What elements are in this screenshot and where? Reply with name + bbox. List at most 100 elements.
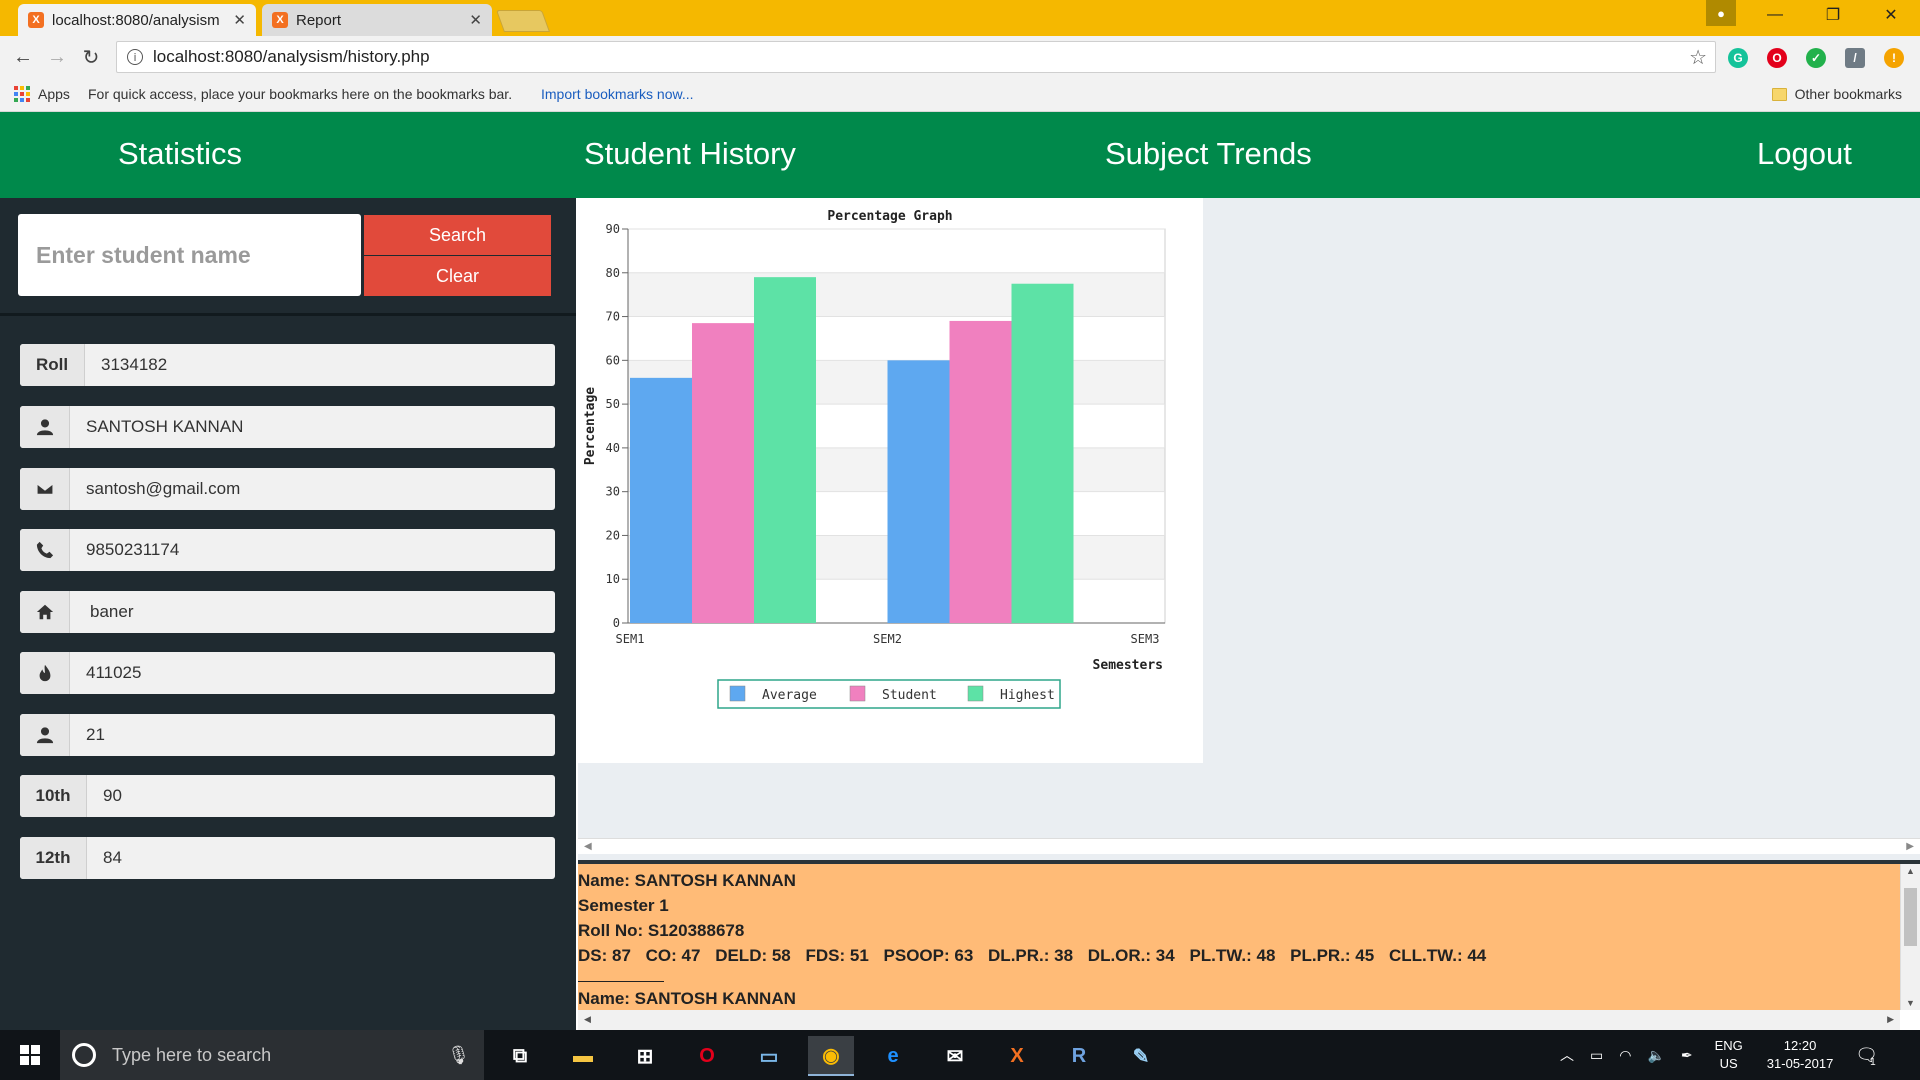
student-name-input[interactable]	[18, 214, 361, 296]
xampp-taskbar-icon[interactable]: X	[994, 1036, 1040, 1076]
report-horizontal-scrollbar[interactable]: ◀ ▶	[578, 1010, 1900, 1030]
scroll-right-icon[interactable]: ▶	[1906, 841, 1914, 852]
apps-label: Apps	[38, 86, 70, 102]
clock[interactable]: 12:20 31-05-2017	[1767, 1037, 1834, 1073]
tenth-value: 90	[103, 786, 122, 805]
address-bar[interactable]: i localhost:8080/analysism/history.php ☆	[116, 41, 1716, 73]
bookmarks-hint: For quick access, place your bookmarks h…	[88, 86, 513, 102]
scroll-down-icon[interactable]: ▼	[1906, 998, 1915, 1008]
user-icon	[20, 406, 70, 448]
tab-title: localhost:8080/analysism	[52, 11, 220, 29]
mail-icon[interactable]: ✉	[932, 1036, 978, 1076]
nav-student-history[interactable]: Student History	[584, 136, 796, 172]
language-indicator[interactable]: ENG US	[1715, 1037, 1743, 1073]
scroll-up-icon[interactable]: ▲	[1906, 866, 1915, 876]
taskbar-search[interactable]: Type here to search 🎙	[60, 1030, 484, 1080]
microphone-icon[interactable]: 🎙	[447, 1045, 470, 1066]
tab-close-icon[interactable]: ✕	[233, 11, 246, 29]
legend-swatch	[967, 685, 984, 702]
app-navbar: Statistics Student History Subject Trend…	[0, 112, 1920, 198]
bar-average	[630, 377, 692, 623]
nav-logout[interactable]: Logout	[1757, 136, 1852, 172]
wifi-icon[interactable]: ◠	[1619, 1047, 1631, 1064]
chrome-taskbar-icon[interactable]: ◉	[808, 1036, 854, 1076]
paint-icon[interactable]: ✎	[1118, 1036, 1164, 1076]
cortana-icon[interactable]	[72, 1043, 96, 1067]
report-panel: Name: SANTOSH KANNAN Semester 1 Roll No:…	[578, 864, 1900, 1010]
bar-average	[887, 360, 950, 623]
volume-icon[interactable]: 🔈	[1647, 1047, 1664, 1064]
legend-swatch	[729, 685, 746, 702]
new-tab-button[interactable]	[495, 10, 551, 32]
info-icon[interactable]: i	[127, 49, 143, 65]
y-tick-label: 10	[606, 572, 620, 586]
home-icon	[20, 591, 70, 633]
grid-band	[628, 229, 1165, 273]
bar-highest	[1011, 283, 1074, 623]
file-explorer-icon[interactable]: ▬	[560, 1036, 606, 1076]
browser-titlebar: X localhost:8080/analysism ✕ X Report ✕ …	[0, 0, 1920, 36]
mark-item: DL.PR.: 38	[988, 946, 1074, 965]
url-text[interactable]: localhost:8080/analysism/history.php	[153, 47, 1689, 67]
address-value: baner	[90, 602, 134, 621]
opera-icon[interactable]: O	[1767, 48, 1787, 68]
scroll-right-icon[interactable]: ▶	[1887, 1014, 1894, 1025]
report-marks: DS: 87 CO: 47 DELD: 58 FDS: 51 PSOOP: 63…	[578, 943, 1900, 968]
bookmark-star-icon[interactable]: ☆	[1689, 45, 1707, 70]
eyedropper-icon[interactable]: /	[1845, 48, 1865, 68]
restore-icon[interactable]: ❐	[1804, 0, 1862, 30]
task-view-icon[interactable]: ⧉	[497, 1036, 543, 1076]
chart-horizontal-scrollbar[interactable]: ◀ ▶	[578, 838, 1920, 854]
check-extension-icon[interactable]: ✓	[1806, 48, 1826, 68]
nav-statistics[interactable]: Statistics	[118, 136, 242, 172]
pincode-value: 411025	[86, 663, 142, 682]
email-field: santosh@gmail.com	[20, 468, 555, 510]
apps-shortcut[interactable]: Apps	[14, 86, 70, 102]
apps-grid-icon	[14, 86, 30, 102]
scroll-thumb[interactable]	[1904, 888, 1917, 946]
grammarly-icon[interactable]: G	[1728, 48, 1748, 68]
y-tick-label: 50	[606, 397, 620, 411]
import-bookmarks-link[interactable]: Import bookmarks now...	[541, 86, 694, 102]
reload-icon[interactable]: ↻	[78, 44, 104, 70]
start-button[interactable]	[0, 1030, 60, 1080]
browser-toolbar: ← → ↻ i localhost:8080/analysism/history…	[0, 36, 1920, 78]
pen-icon[interactable]: ✒	[1681, 1047, 1693, 1064]
chart-area: 0 10 20 30 40 50 60 70 80 90 SEM1 SEM2 SEM3 Percentag…	[578, 198, 1920, 862]
report-vertical-scrollbar[interactable]: ▲ ▼	[1900, 864, 1920, 1010]
clear-button[interactable]: Clear	[364, 256, 551, 296]
legend-label: Highest	[1000, 688, 1055, 703]
bookmarks-bar: Apps For quick access, place your bookma…	[0, 78, 1920, 112]
y-tick-label: 90	[606, 222, 620, 236]
nav-subject-trends[interactable]: Subject Trends	[1105, 136, 1312, 172]
show-hidden-icons[interactable]: ︿	[1560, 1045, 1574, 1065]
store-icon[interactable]: ⊞	[622, 1036, 668, 1076]
email-value: santosh@gmail.com	[86, 479, 241, 498]
tenth-label: 10th	[20, 775, 87, 817]
alert-extension-icon[interactable]: !	[1884, 48, 1904, 68]
back-icon[interactable]: ←	[10, 44, 36, 70]
r-studio-icon[interactable]: R	[1056, 1036, 1102, 1076]
bar-student	[949, 320, 1012, 623]
search-button[interactable]: Search	[364, 215, 551, 255]
profile-icon[interactable]: ●	[1706, 0, 1736, 26]
percentage-chart: 0 10 20 30 40 50 60 70 80 90 SEM1 SEM2 SEM3 Percentag…	[578, 198, 1203, 763]
chart-title: Percentage Graph	[827, 209, 952, 224]
scroll-left-icon[interactable]: ◀	[584, 841, 592, 852]
forward-icon[interactable]: →	[44, 44, 70, 70]
x-tick-label: SEM1	[616, 632, 645, 646]
close-window-icon[interactable]: ✕	[1862, 0, 1920, 30]
phone-field: 9850231174	[20, 529, 555, 571]
tab-close-icon[interactable]: ✕	[469, 11, 482, 29]
minimize-icon[interactable]: —	[1746, 0, 1804, 30]
mark-item: PSOOP: 63	[883, 946, 974, 965]
scroll-left-icon[interactable]: ◀	[584, 1014, 591, 1025]
tab-report[interactable]: X Report ✕	[262, 4, 492, 36]
report-next-name: Name: SANTOSH KANNAN	[578, 989, 796, 1008]
monitor-app-icon[interactable]: ▭	[746, 1036, 792, 1076]
tab-analysism[interactable]: X localhost:8080/analysism ✕	[18, 4, 256, 36]
opera-taskbar-icon[interactable]: O	[684, 1036, 730, 1076]
other-bookmarks[interactable]: Other bookmarks	[1771, 86, 1902, 102]
edge-icon[interactable]: e	[870, 1036, 916, 1076]
battery-icon[interactable]: ▭	[1590, 1047, 1603, 1064]
